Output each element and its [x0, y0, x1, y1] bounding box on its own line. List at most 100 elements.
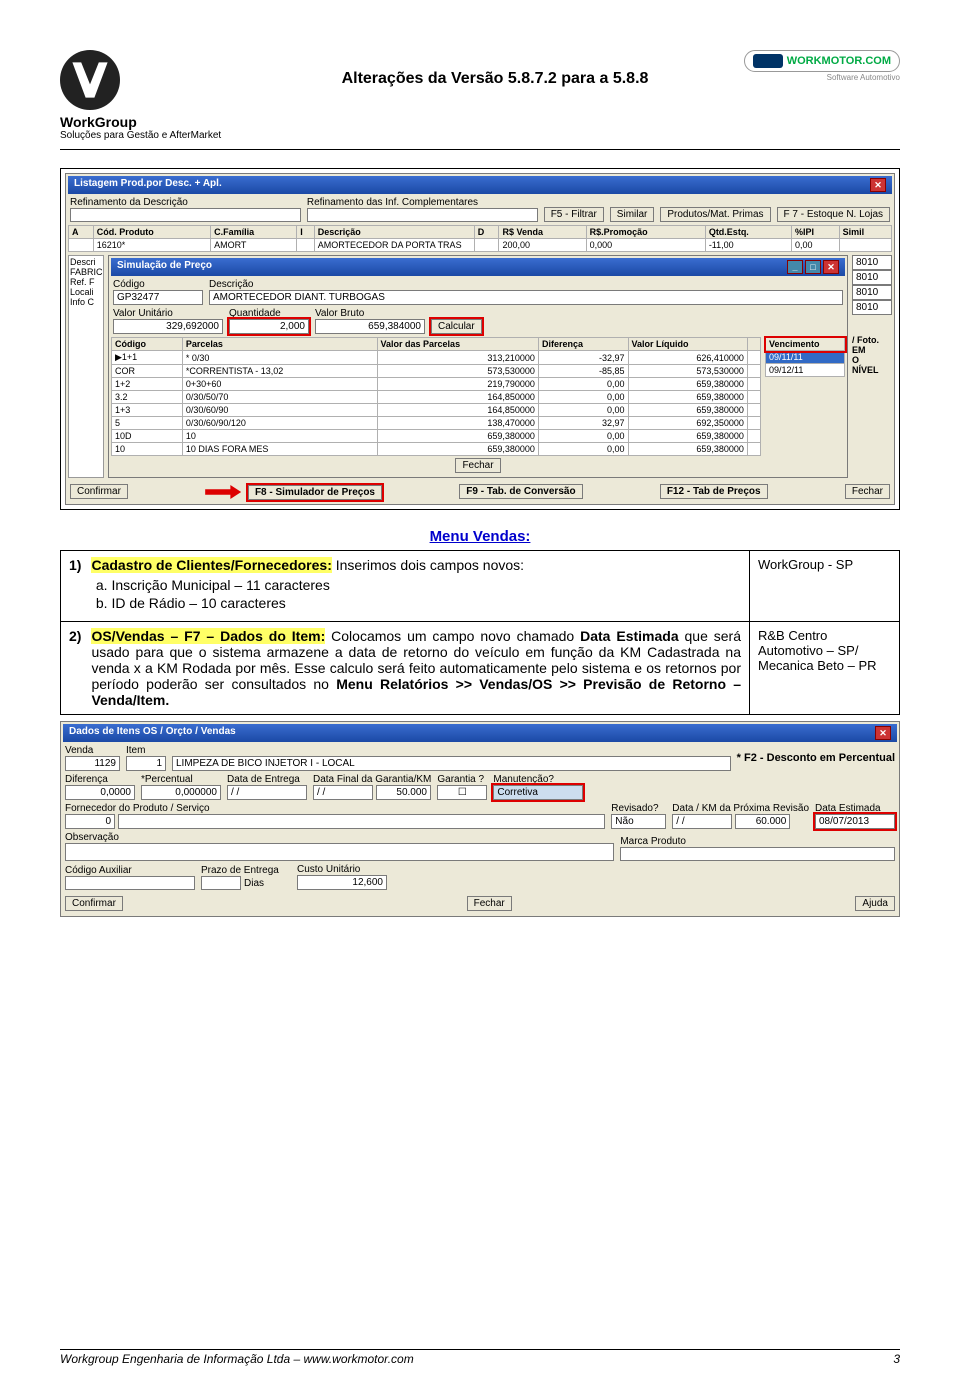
refine-comp-input[interactable]	[307, 208, 538, 222]
produtos-button[interactable]: Produtos/Mat. Primas	[660, 207, 770, 222]
dif-input[interactable]: 0,0000	[65, 785, 135, 800]
f5-button[interactable]: F5 - Filtrar	[544, 207, 604, 222]
close-icon[interactable]: ✕	[870, 178, 886, 192]
prazo-input[interactable]	[201, 876, 241, 890]
item1-rest: Inserimos dois campos novos:	[332, 557, 524, 573]
venc-cell[interactable]: 09/12/11	[766, 364, 845, 377]
col-cod: Cód. Produto	[93, 226, 210, 239]
item2-lead: OS/Vendas – F7 – Dados do Item:	[91, 628, 325, 644]
forn-code-input[interactable]: 0	[65, 814, 115, 829]
sim-row[interactable]: 3.20/30/50/70164,8500000,00659,380000	[112, 391, 761, 404]
side-text: O	[852, 355, 892, 365]
similar-button[interactable]: Similar	[610, 207, 655, 222]
sim-vbruto-label: Valor Bruto	[315, 308, 425, 319]
marca-input[interactable]	[620, 847, 895, 861]
sim-titlebar: Simulação de Preço _ □ ✕	[111, 258, 845, 276]
refine-desc-input[interactable]	[70, 208, 301, 222]
listing-title: Listagem Prod.por Desc. + Apl.	[74, 178, 222, 192]
calcular-button[interactable]: Calcular	[431, 319, 482, 334]
fechar-button[interactable]: Fechar	[467, 896, 512, 911]
workmotor-text: WORKMOTOR.COM	[787, 55, 891, 67]
fechar-button[interactable]: Fechar	[455, 458, 500, 473]
forn-name-input[interactable]	[118, 814, 605, 829]
venc-cell[interactable]: 09/11/11	[766, 351, 845, 364]
item-title: Dados de Itens OS / Orçto / Vendas	[69, 726, 236, 740]
f9-button[interactable]: F9 - Tab. de Conversão	[459, 484, 582, 499]
f7-button[interactable]: F 7 - Estoque N. Lojas	[777, 207, 891, 222]
maximize-icon[interactable]: □	[805, 260, 821, 274]
confirmar-button[interactable]: Confirmar	[65, 896, 123, 911]
table-row[interactable]: 16210* AMORT AMORTECEDOR DA PORTA TRAS 2…	[69, 239, 892, 252]
sim-vunit-label: Valor Unitário	[113, 308, 223, 319]
close-icon[interactable]: ✕	[875, 726, 891, 740]
dfin-date-input[interactable]: / /	[313, 785, 373, 800]
rev-label: Revisado?	[611, 803, 666, 814]
sim-row[interactable]: 50/30/60/90/120138,47000032,97692,350000	[112, 417, 761, 430]
confirmar-button[interactable]: Confirmar	[70, 484, 128, 499]
custo-input[interactable]: 12,600	[297, 875, 387, 890]
venda-label: Venda	[65, 745, 120, 756]
col-a: A	[69, 226, 94, 239]
sim-row[interactable]: 1+30/30/60/90164,8500000,00659,380000	[112, 404, 761, 417]
footer-left: Workgroup Engenharia de Informação Ltda …	[60, 1352, 414, 1366]
sim-table: Código Parcelas Valor das Parcelas Difer…	[111, 337, 761, 456]
sim-row[interactable]: COR*CORRENTISTA - 13,02573,530000-85,855…	[112, 365, 761, 378]
dfin-km-input[interactable]: 50.000	[376, 785, 431, 800]
rev-select[interactable]: Não	[611, 814, 666, 829]
dest-label: Data Estimada	[815, 803, 895, 814]
workmotor-badge: WORKMOTOR.COM	[744, 50, 900, 72]
f8-button[interactable]: F8 - Simulador de Preços	[248, 485, 382, 500]
manut-select[interactable]: Corretiva	[493, 785, 583, 800]
side-code: 8010	[852, 270, 892, 285]
sim-row[interactable]: 1010 DIAS FORA MES659,3800000,00659,3800…	[112, 443, 761, 456]
col-simil: Simil	[839, 226, 891, 239]
sim-codigo-input[interactable]: GP32477	[113, 290, 203, 305]
col-ipi: %IPI	[791, 226, 839, 239]
sim-desc-input[interactable]: AMORTECEDOR DIANT. TURBOGAS	[209, 290, 843, 305]
item-window: Dados de Itens OS / Orçto / Vendas ✕ Ven…	[60, 721, 900, 917]
sim-vunit-input[interactable]: 329,692000	[113, 319, 223, 334]
dkm-date-input[interactable]: / /	[672, 814, 732, 829]
sim-desc-label: Descrição	[209, 279, 843, 290]
dent-label: Data de Entrega	[227, 774, 307, 785]
perc-label: *Percentual	[141, 774, 221, 785]
dkm-km-input[interactable]: 60.000	[735, 814, 790, 829]
obs-label: Observação	[65, 832, 614, 843]
venda-input[interactable]: 1129	[65, 756, 120, 771]
refine-desc-label: Refinamento da Descrição	[70, 197, 301, 208]
item-desc-input[interactable]: LIMPEZA DE BICO INJETOR I - LOCAL	[172, 756, 731, 771]
sim-row[interactable]: 10D10659,3800000,00659,380000	[112, 430, 761, 443]
minimize-icon[interactable]: _	[787, 260, 803, 274]
side-label: Info C	[70, 297, 102, 307]
gar-checkbox[interactable]: ☐	[437, 785, 487, 800]
item1-cell: 1) Cadastro de Clientes/Fornecedores: In…	[61, 551, 750, 622]
sim-row[interactable]: 1+20+30+60219,7900000,00659,380000	[112, 378, 761, 391]
ajuda-button[interactable]: Ajuda	[855, 896, 895, 911]
item-input[interactable]: 1	[126, 756, 166, 771]
page-footer: Workgroup Engenharia de Informação Ltda …	[60, 1349, 900, 1366]
section-title: Menu Vendas:	[60, 528, 900, 546]
col-fam: C.Família	[211, 226, 297, 239]
f12-button[interactable]: F12 - Tab de Preços	[660, 484, 768, 499]
sim-vbruto-input[interactable]: 659,384000	[315, 319, 425, 334]
listing-window: Listagem Prod.por Desc. + Apl. ✕ Refinam…	[65, 173, 895, 505]
sim-row[interactable]: ▶1+1* 0/30313,210000-32,97626,410000	[112, 351, 761, 365]
sim-qtd-label: Quantidade	[229, 308, 309, 319]
perc-input[interactable]: 0,000000	[141, 785, 221, 800]
codaux-label: Código Auxiliar	[65, 865, 195, 876]
sim-qtd-input[interactable]: 2,000	[229, 319, 309, 334]
close-icon[interactable]: ✕	[823, 260, 839, 274]
sim-title: Simulação de Preço	[117, 260, 212, 274]
item1-right: WorkGroup - SP	[750, 551, 900, 622]
codaux-input[interactable]	[65, 876, 195, 890]
item1-lead: Cadastro de Clientes/Fornecedores:	[91, 557, 331, 573]
company-name: WorkGroup	[60, 114, 260, 130]
custo-label: Custo Unitário	[297, 864, 387, 875]
header-rule	[60, 149, 900, 150]
dias-label: Dias	[244, 878, 264, 889]
dest-input[interactable]: 08/07/2013	[815, 814, 895, 829]
fechar-button[interactable]: Fechar	[845, 484, 890, 499]
obs-input[interactable]	[65, 843, 614, 861]
dkm-label: Data / KM da Próxima Revisão	[672, 803, 809, 814]
dent-input[interactable]: / /	[227, 785, 307, 800]
